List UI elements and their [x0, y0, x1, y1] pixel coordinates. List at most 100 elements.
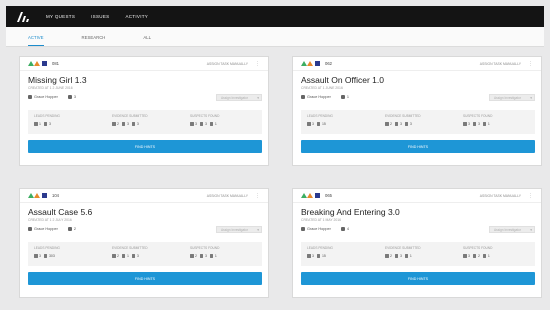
stat-value: 3 [48, 122, 51, 126]
more-options-icon[interactable]: ⋮ [255, 61, 260, 67]
assign-investigator-placeholder: Assign Investigator [494, 95, 521, 100]
filter-tab-bar: ACTIVE RESEARCH ALL [6, 27, 544, 47]
case-id: 081 [52, 61, 59, 66]
find-hints-button[interactable]: Find Hints [301, 140, 535, 153]
assign-investigator-select[interactable]: Assign Investigator ▾ [489, 94, 535, 101]
status-navy-icon [42, 193, 47, 198]
people-icon [67, 95, 72, 99]
find-hints-button[interactable]: Find Hints [28, 140, 262, 153]
stat-values: 2 3 3 [385, 122, 451, 126]
case-card: 065 Assign Task Manually ⋮ Breaking And … [292, 188, 542, 298]
stat-icon [209, 122, 214, 126]
stat-block: Leads Pending 3 303 [28, 242, 106, 266]
status-orange-icon [307, 193, 313, 198]
assign-investigator-placeholder: Assign Investigator [221, 227, 248, 232]
case-title[interactable]: Assault On Officer 1.0 [301, 75, 384, 85]
status-orange-icon [34, 193, 40, 198]
status-navy-icon [315, 193, 320, 198]
user-icon [28, 95, 32, 99]
case-stats: Leads Pending 3 15 Evidence Submitted [301, 110, 535, 134]
assign-manually-link[interactable]: Assign Task Manually [480, 194, 521, 198]
stat-icon [307, 254, 311, 258]
assign-investigator-select[interactable]: Assign Investigator ▾ [216, 226, 262, 233]
stat-icon [190, 122, 194, 126]
stat-icon [190, 254, 194, 258]
people-count: 2 [73, 227, 76, 231]
assign-manually-link[interactable]: Assign Task Manually [207, 62, 248, 66]
user-icon [28, 227, 32, 231]
stat-value: 1 [214, 122, 217, 126]
stat-block: Leads Pending 3 15 [301, 110, 379, 134]
stat-icon [472, 122, 477, 126]
case-id: 062 [325, 61, 332, 66]
app-logo-icon[interactable] [16, 10, 32, 24]
tab-all[interactable]: ALL [143, 35, 151, 46]
stat-value: 1 [126, 254, 129, 258]
stat-icon [482, 122, 487, 126]
stat-label: Suspects Found [190, 114, 220, 118]
chevron-down-icon: ▾ [530, 228, 532, 232]
case-stats: Leads Pending 3 15 Evidence Submitted [301, 242, 535, 266]
nav-item-issues[interactable]: ISSUES [91, 14, 109, 19]
stat-value: 1 [214, 254, 217, 258]
stat-values: 2 3 1 [190, 254, 256, 258]
assigned-user: Grace Hopper [307, 227, 331, 231]
chevron-down-icon: ▾ [257, 228, 259, 232]
stat-values: 1 3 [34, 122, 100, 126]
case-meta: Grace Hopper 2 [28, 227, 76, 231]
nav-item-activity[interactable]: ACTIVITY [125, 14, 148, 19]
more-options-icon[interactable]: ⋮ [528, 193, 533, 199]
stat-value: 303 [48, 254, 55, 258]
stat-icon [34, 122, 38, 126]
stat-value: 3 [312, 122, 314, 126]
find-hints-button[interactable]: Find Hints [301, 272, 535, 285]
stat-icon [316, 254, 321, 258]
find-hints-button[interactable]: Find Hints [28, 272, 262, 285]
assign-manually-link[interactable]: Assign Task Manually [480, 62, 521, 66]
tab-active[interactable]: ACTIVE [28, 35, 44, 46]
assign-investigator-placeholder: Assign Investigator [221, 95, 248, 100]
stat-value: 2 [117, 122, 119, 126]
chevron-down-icon: ▾ [257, 96, 259, 100]
assign-investigator-select[interactable]: Assign Investigator ▾ [489, 226, 535, 233]
more-options-icon[interactable]: ⋮ [528, 61, 533, 67]
stat-icon [112, 254, 116, 258]
tab-research[interactable]: RESEARCH [82, 35, 106, 46]
stat-value: 2 [390, 254, 392, 258]
case-title[interactable]: Missing Girl 1.3 [28, 75, 87, 85]
stat-value: 3 [136, 254, 139, 258]
stat-icon [121, 122, 126, 126]
stat-label: Suspects Found [463, 246, 493, 250]
stat-block: Leads Pending 1 3 [28, 110, 106, 134]
case-title[interactable]: Assault Case 5.6 [28, 207, 92, 217]
stat-icon [404, 122, 409, 126]
case-created-date: Created at 1 june 2016 [301, 86, 343, 90]
stat-value: 3 [409, 122, 412, 126]
stat-label: Leads Pending [34, 246, 60, 250]
stat-label: Evidence Submitted [112, 246, 148, 250]
assign-manually-link[interactable]: Assign Task Manually [207, 194, 248, 198]
stat-label: Suspects Found [463, 114, 493, 118]
stat-block: Suspects Found 3 2 1 [457, 242, 535, 266]
stat-values: 2 1 3 [112, 254, 178, 258]
status-navy-icon [42, 61, 47, 66]
stat-value: 3 [399, 122, 402, 126]
assign-investigator-select[interactable]: Assign Investigator ▾ [216, 94, 262, 101]
stat-value: 3 [399, 254, 402, 258]
case-created-date: Created at 1 2 july 2016 [28, 218, 72, 222]
stat-value: 3 [312, 254, 314, 258]
stat-block: Evidence Submitted 2 3 3 [106, 110, 184, 134]
card-header: 062 Assign Task Manually ⋮ [293, 57, 541, 71]
stat-value: 3 [477, 122, 480, 126]
more-options-icon[interactable]: ⋮ [255, 193, 260, 199]
stat-block: Suspects Found 2 3 1 [184, 242, 262, 266]
stat-block: Suspects Found 3 3 1 [184, 110, 262, 134]
stat-label: Evidence Submitted [385, 246, 421, 250]
assigned-user: Grace Hopper [34, 227, 58, 231]
nav-item-my-quests[interactable]: MY QUESTS [46, 14, 75, 19]
case-stats: Leads Pending 1 3 Evidence Submitted [28, 110, 262, 134]
case-title[interactable]: Breaking And Entering 3.0 [301, 207, 400, 217]
stat-icon [316, 122, 321, 126]
case-card: 104 Assign Task Manually ⋮ Assault Case … [19, 188, 269, 298]
stat-icon [121, 254, 126, 258]
